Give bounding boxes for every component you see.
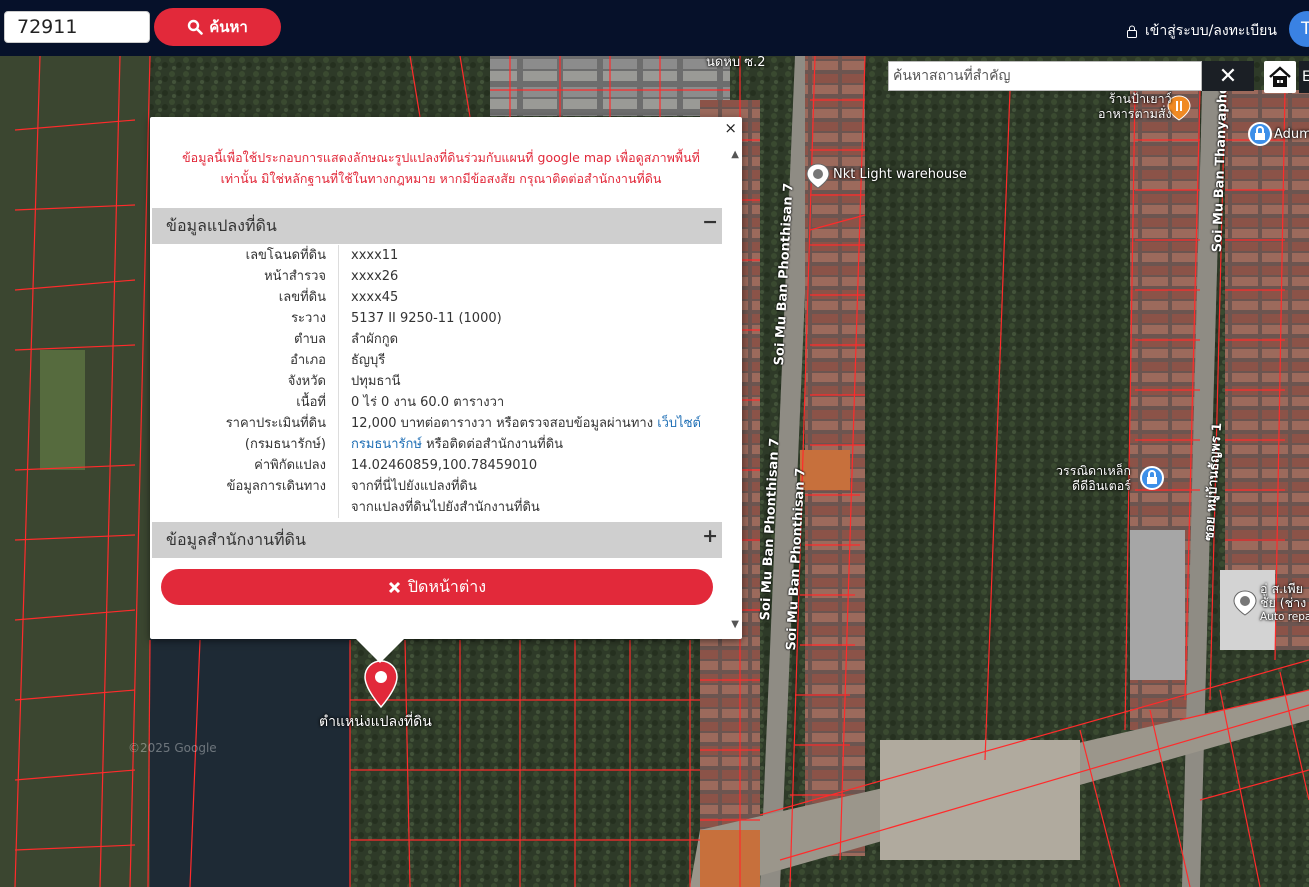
coordinate-row: ค่าพิกัดแปลง 14.02460859,100.78459010 — [152, 455, 722, 476]
scroll-up-icon[interactable]: ▲ — [731, 149, 739, 160]
price-row: ราคาประเมินที่ดิน 12,000 บาทต่อตารางวา ห… — [152, 413, 722, 434]
login-register-label: เข้าสู่ระบบ/ลงทะเบียน — [1145, 23, 1277, 39]
top-navigation-bar: ค้นหา เข้าสู่ระบบ/ลงทะเบียน T — [0, 0, 1309, 56]
repair-shop-label[interactable]: อู่ ส.เพีย ชัย (ช่าง Auto repa — [1260, 582, 1309, 624]
parcel-info-popup: × ▲ ▼ ข้อมูลนี้เพื่อใช้ประกอบการแสดงลักษ… — [150, 117, 742, 639]
table-row: เลขโฉนดที่ดิน xxxx11 — [152, 245, 722, 266]
parcel-number-input[interactable] — [4, 11, 150, 43]
clear-search-button[interactable]: ✕ — [1202, 61, 1254, 91]
close-window-button[interactable]: ปิดหน้าต่าง — [161, 569, 713, 605]
travel-row: ข้อมูลการเดินทาง จากที่นี่ไปยังแปลงที่ดิ… — [152, 476, 722, 497]
disclaimer-text: ข้อมูลนี้เพื่อใช้ประกอบการแสดงลักษณะรูปแ… — [182, 150, 700, 186]
route-to-office-link[interactable]: จากแปลงที่ดินไปยังสำนักงานที่ดิน — [351, 497, 540, 518]
close-icon — [388, 581, 400, 593]
magnifier-icon — [187, 19, 203, 35]
popup-close-icon[interactable]: × — [724, 119, 737, 137]
table-row: จังหวัด ปทุมธานี — [152, 371, 722, 392]
travel-row-continued: จากแปลงที่ดินไปยังสำนักงานที่ดิน — [152, 497, 722, 518]
table-row: อำเภอ ธัญบุรี — [152, 350, 722, 371]
table-row: ระวาง 5137 II 9250-11 (1000) — [152, 308, 722, 329]
land-office-section-header[interactable]: ข้อมูลสำนักงานที่ดิน + — [152, 522, 722, 558]
coordinate-link[interactable]: 14.02460859,100.78459010 — [351, 455, 537, 476]
parcel-info-table: เลขโฉนดที่ดิน xxxx11 หน้าสำรวจ xxxx26 เลขท… — [152, 245, 722, 518]
scroll-down-icon[interactable]: ▼ — [731, 619, 739, 630]
google-watermark: ©2025 Google — [128, 741, 217, 755]
landmark-search-input[interactable] — [888, 61, 1202, 91]
search-button[interactable]: ค้นหา — [154, 8, 281, 46]
warehouse-label[interactable]: Nkt Light warehouse — [833, 167, 967, 182]
adum-label[interactable]: Adum — [1274, 127, 1309, 142]
user-avatar[interactable]: T — [1289, 11, 1309, 47]
steel-shop-label[interactable]: วรรณิดาเหล็ก ดีดีอินเตอร์ — [1056, 463, 1131, 493]
treasury-department-link[interactable]: กรมธนารักษ์ — [351, 437, 422, 452]
parcel-info-section-header[interactable]: ข้อมูลแปลงที่ดิน − — [152, 208, 722, 244]
popup-pointer — [356, 639, 404, 663]
parcel-marker-label: ตำแหน่งแปลงที่ดิน — [319, 714, 432, 730]
extra-map-button[interactable]: E — [1299, 61, 1309, 93]
route-to-parcel-link[interactable]: จากที่นี่ไปยังแปลงที่ดิน — [351, 476, 477, 497]
table-row: เนื้อที่ 0 ไร่ 0 งาน 60.0 ตารางวา — [152, 392, 722, 413]
parcel-marker-pin-icon[interactable] — [364, 660, 398, 712]
home-button[interactable] — [1264, 61, 1296, 93]
search-button-label: ค้นหา — [209, 18, 248, 36]
close-window-label: ปิดหน้าต่าง — [407, 576, 487, 596]
close-icon: ✕ — [1218, 63, 1238, 89]
home-icon — [1269, 66, 1291, 87]
collapse-icon[interactable]: − — [702, 211, 718, 233]
table-row: หน้าสำรวจ xxxx26 — [152, 266, 722, 287]
treasury-website-link[interactable]: เว็บไซต์ — [657, 416, 701, 431]
lock-icon — [1127, 25, 1137, 38]
price-row-continued: (กรมธนารักษ์) กรมธนารักษ์ หรือติดต่อสำนั… — [152, 434, 722, 455]
table-row: เลขที่ดิน xxxx45 — [152, 287, 722, 308]
table-row: ตำบล ลำผักกูด — [152, 329, 722, 350]
restaurant-label[interactable]: ร้านป้าเยาว์ อาหารตามสั่ง — [1098, 91, 1172, 121]
login-register-link[interactable]: เข้าสู่ระบบ/ลงทะเบียน — [1126, 20, 1277, 42]
expand-icon[interactable]: + — [702, 525, 718, 547]
